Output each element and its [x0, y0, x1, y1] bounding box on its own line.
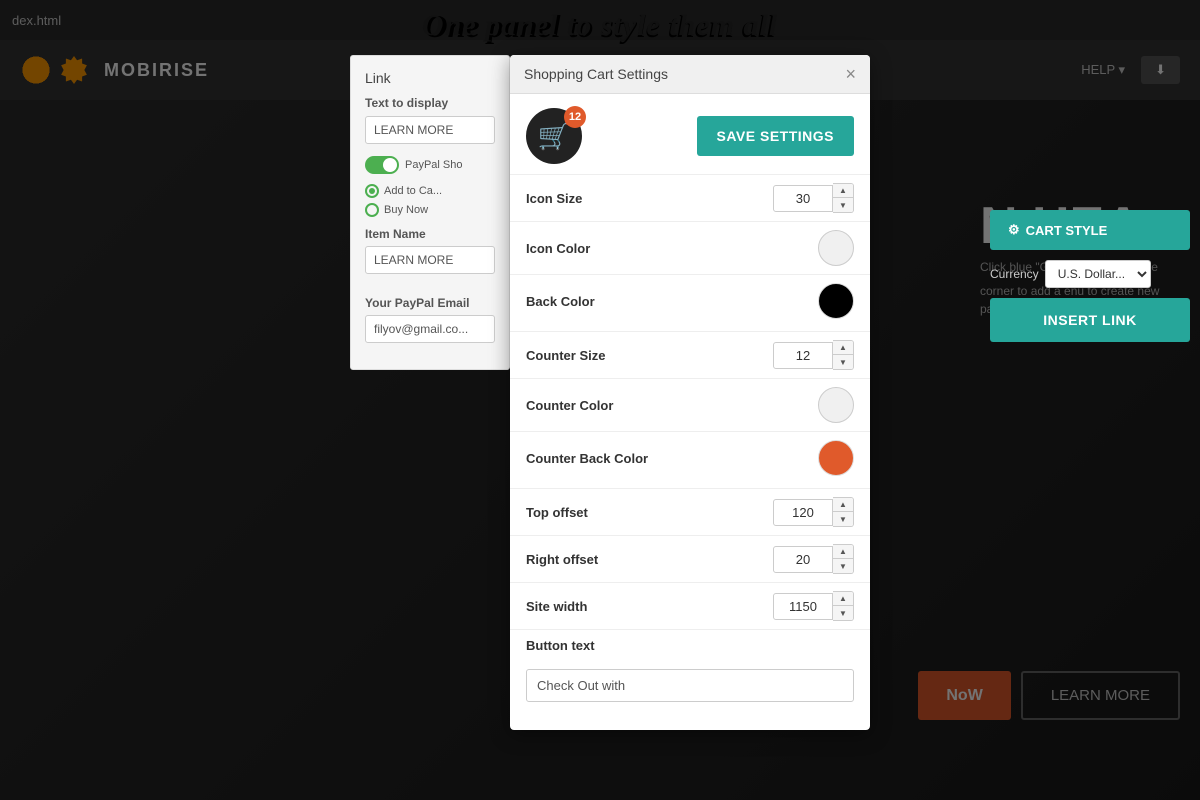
paypal-toggle[interactable]	[365, 156, 399, 174]
right-offset-control: ▲ ▼	[773, 544, 854, 574]
top-offset-down[interactable]: ▼	[833, 512, 853, 526]
add-to-cart-radio[interactable]	[365, 184, 379, 198]
right-offset-spinner: ▲ ▼	[833, 544, 854, 574]
site-width-control: ▲ ▼	[773, 591, 854, 621]
paypal-toggle-row: PayPal Sho	[365, 156, 495, 174]
link-panel-title: Link	[365, 70, 495, 86]
icon-size-control: ▲ ▼	[773, 183, 854, 213]
save-settings-button[interactable]: SAVE SETTINGS	[697, 116, 854, 156]
site-width-spinner: ▲ ▼	[833, 591, 854, 621]
site-width-row: Site width ▲ ▼	[510, 582, 870, 629]
cart-style-label: CART STYLE	[1026, 223, 1108, 238]
top-offset-spinner: ▲ ▼	[833, 497, 854, 527]
right-offset-row: Right offset ▲ ▼	[510, 535, 870, 582]
currency-row: Currency U.S. Dollar...	[990, 260, 1190, 288]
site-width-label: Site width	[526, 599, 587, 614]
top-offset-label: Top offset	[526, 505, 588, 520]
counter-size-up[interactable]: ▲	[833, 341, 853, 355]
counter-size-input[interactable]	[773, 342, 833, 369]
paypal-email-label: Your PayPal Email	[365, 296, 495, 310]
counter-back-color-label: Counter Back Color	[526, 451, 648, 466]
text-to-display-input[interactable]	[365, 116, 495, 144]
add-to-cart-label: Add to Ca...	[384, 185, 442, 197]
back-color-row: Back Color	[510, 274, 870, 327]
button-text-label: Button text	[526, 638, 595, 653]
counter-size-row: Counter Size ▲ ▼	[510, 331, 870, 378]
counter-back-color-swatch[interactable]	[818, 440, 854, 476]
icon-size-label: Icon Size	[526, 191, 582, 206]
modal-close-button[interactable]: ×	[845, 65, 856, 83]
icon-size-up[interactable]: ▲	[833, 184, 853, 198]
paypal-label: PayPal Sho	[405, 159, 462, 171]
right-offset-input[interactable]	[773, 546, 833, 573]
right-offset-up[interactable]: ▲	[833, 545, 853, 559]
cart-header: 🛒 12 SAVE SETTINGS	[510, 94, 870, 174]
insert-link-button[interactable]: INSERT LINK	[990, 298, 1190, 342]
shopping-cart-modal: Shopping Cart Settings × 🛒 12 SAVE SETTI…	[510, 55, 870, 730]
top-offset-control: ▲ ▼	[773, 497, 854, 527]
icon-size-spinner: ▲ ▼	[833, 183, 854, 213]
item-name-input[interactable]	[365, 246, 495, 274]
top-offset-up[interactable]: ▲	[833, 498, 853, 512]
back-color-label: Back Color	[526, 294, 595, 309]
button-text-input[interactable]	[526, 669, 854, 702]
right-offset-down[interactable]: ▼	[833, 559, 853, 573]
right-panel: ⚙ CART STYLE Currency U.S. Dollar... INS…	[980, 200, 1200, 352]
buy-now-radio[interactable]	[365, 203, 379, 217]
counter-color-label: Counter Color	[526, 398, 613, 413]
text-to-display-label: Text to display	[365, 96, 495, 110]
modal-header: Shopping Cart Settings ×	[510, 55, 870, 94]
right-offset-label: Right offset	[526, 552, 598, 567]
paypal-email-input[interactable]	[365, 315, 495, 343]
button-text-row: Button text	[510, 629, 870, 661]
icon-color-row: Icon Color	[510, 221, 870, 274]
counter-size-down[interactable]: ▼	[833, 355, 853, 369]
icon-color-label: Icon Color	[526, 241, 590, 256]
icon-size-row: Icon Size ▲ ▼	[510, 174, 870, 221]
site-width-down[interactable]: ▼	[833, 606, 853, 620]
counter-color-swatch[interactable]	[818, 387, 854, 423]
modal-title: Shopping Cart Settings	[524, 66, 668, 82]
cart-style-button[interactable]: ⚙ CART STYLE	[990, 210, 1190, 250]
counter-size-label: Counter Size	[526, 348, 605, 363]
counter-back-color-row: Counter Back Color	[510, 431, 870, 484]
cart-badge: 12	[564, 106, 586, 128]
item-name-section: Item Name Your PayPal Email	[365, 227, 495, 355]
back-color-swatch[interactable]	[818, 283, 854, 319]
link-panel: Link Text to display PayPal Sho Add to C…	[350, 55, 510, 370]
buy-now-row: Buy Now	[365, 203, 495, 217]
item-name-label: Item Name	[365, 227, 495, 241]
icon-color-swatch[interactable]	[818, 230, 854, 266]
currency-select[interactable]: U.S. Dollar...	[1045, 260, 1151, 288]
icon-size-input[interactable]	[773, 185, 833, 212]
counter-size-control: ▲ ▼	[773, 340, 854, 370]
add-to-cart-row: Add to Ca...	[365, 184, 495, 198]
gear-icon-small: ⚙	[1008, 222, 1020, 238]
icon-size-down[interactable]: ▼	[833, 198, 853, 212]
buy-now-label: Buy Now	[384, 204, 428, 216]
site-width-up[interactable]: ▲	[833, 592, 853, 606]
top-offset-row: Top offset ▲ ▼	[510, 488, 870, 535]
top-offset-input[interactable]	[773, 499, 833, 526]
counter-color-row: Counter Color	[510, 378, 870, 431]
cart-icon: 🛒	[538, 121, 570, 152]
site-width-input[interactable]	[773, 593, 833, 620]
counter-size-spinner: ▲ ▼	[833, 340, 854, 370]
cart-icon-wrap: 🛒 12	[526, 108, 582, 164]
currency-label: Currency	[990, 267, 1039, 281]
